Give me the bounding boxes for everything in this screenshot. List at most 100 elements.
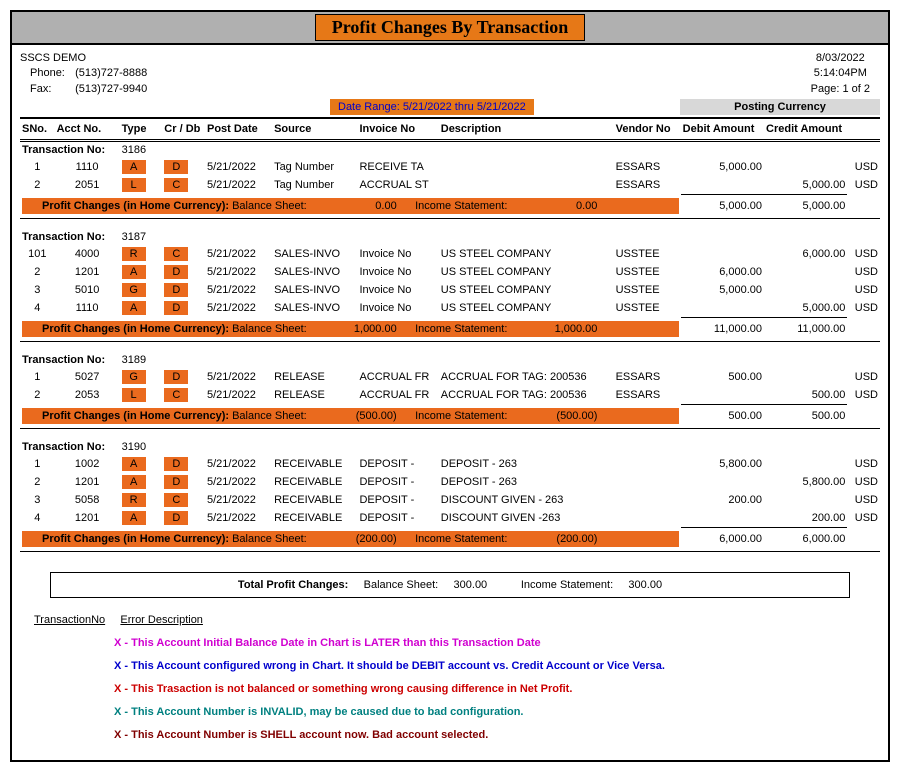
cell-sno: 101: [20, 245, 55, 263]
cell-vendor: ESSARS: [614, 386, 681, 404]
profit-bs-val: 0.00: [307, 200, 397, 212]
cell-invoice: DEPOSIT -: [357, 455, 438, 473]
legend: TransactionNo Error Description X - This…: [24, 610, 876, 745]
gt-bs-label: Balance Sheet:: [364, 579, 439, 591]
cell-date: 5/21/2022: [205, 491, 272, 509]
cell-credit: 5,000.00: [764, 176, 847, 194]
cell-type: G: [120, 281, 163, 299]
cell-date: 5/21/2022: [205, 158, 272, 176]
cell-desc: DEPOSIT - 263: [439, 473, 614, 491]
type-chip: R: [122, 493, 146, 507]
col-credit: Credit Amount: [764, 118, 847, 141]
crdb-chip: C: [164, 493, 188, 507]
profit-label: Profit Changes (in Home Currency):: [42, 410, 229, 422]
company-name: SSCS DEMO: [20, 51, 147, 66]
cell-source: SALES-INVO: [272, 245, 357, 263]
cell-invoice: Invoice No: [357, 263, 438, 281]
profit-subtotal-row: Profit Changes (in Home Currency): Balan…: [20, 317, 880, 342]
cell-acct: 1201: [55, 473, 120, 491]
txn-no-label: Transaction No:: [20, 229, 120, 245]
cell-crdb: D: [162, 158, 205, 176]
report-container: Profit Changes By Transaction SSCS DEMO …: [10, 10, 890, 762]
spacer-row: [20, 219, 880, 230]
profit-bs-val: 1,000.00: [307, 323, 397, 335]
cell-type: L: [120, 386, 163, 404]
cell-vendor: [614, 509, 681, 527]
cell-invoice: DEPOSIT -: [357, 491, 438, 509]
cell-source: Tag Number: [272, 176, 357, 194]
col-invoice: Invoice No: [357, 118, 438, 141]
col-sno: SNo.: [20, 118, 55, 141]
profit-is-val: (500.00): [507, 410, 597, 422]
table-header: SNo. Acct No. Type Cr / Db Post Date Sou…: [20, 118, 880, 141]
cell-debit: 200.00: [681, 491, 764, 509]
table-row: 15027GD5/21/2022RELEASEACCRUAL FRACCRUAL…: [20, 368, 880, 386]
gt-bs-val: 300.00: [454, 579, 488, 591]
cell-source: RECEIVABLE: [272, 473, 357, 491]
table-row: 21201AD5/21/2022RECEIVABLEDEPOSIT -DEPOS…: [20, 473, 880, 491]
spacer-row: [20, 342, 880, 353]
cell-currency: USD: [847, 299, 880, 317]
report-table: SNo. Acct No. Type Cr / Db Post Date Sou…: [20, 117, 880, 562]
cell-date: 5/21/2022: [205, 299, 272, 317]
profit-is-label: Income Statement:: [415, 410, 507, 422]
type-chip: A: [122, 160, 146, 174]
profit-cell: Profit Changes (in Home Currency): Balan…: [20, 404, 681, 429]
cell-source: SALES-INVO: [272, 299, 357, 317]
cell-sno: 3: [20, 281, 55, 299]
cell-debit: 5,000.00: [681, 281, 764, 299]
cell-source: RELEASE: [272, 386, 357, 404]
table-row: 11002AD5/21/2022RECEIVABLEDEPOSIT -DEPOS…: [20, 455, 880, 473]
txn-no-value: 3190: [120, 439, 880, 455]
cell-credit: [764, 281, 847, 299]
cell-vendor: [614, 491, 681, 509]
profit-bs-label: Balance Sheet:: [232, 323, 307, 335]
cell-invoice: Invoice No: [357, 299, 438, 317]
subtotal-debit: 11,000.00: [681, 317, 764, 342]
meta-page: Page: 1 of 2: [811, 82, 870, 97]
subtotal-debit: 500.00: [681, 404, 764, 429]
profit-is-val: 0.00: [507, 200, 597, 212]
cell-type: A: [120, 473, 163, 491]
cell-acct: 1201: [55, 509, 120, 527]
cell-acct: 1110: [55, 158, 120, 176]
crdb-chip: D: [164, 475, 188, 489]
legend-row: X - This Account Number is SHELL account…: [114, 725, 876, 746]
table-row: 21201AD5/21/2022SALES-INVOInvoice NoUS S…: [20, 263, 880, 281]
cell-currency: USD: [847, 491, 880, 509]
cell-acct: 2051: [55, 176, 120, 194]
transaction-no-row: Transaction No:3190: [20, 439, 880, 455]
subtotal-debit: 6,000.00: [681, 527, 764, 552]
txn-no-label: Transaction No:: [20, 352, 120, 368]
cell-debit: 500.00: [681, 368, 764, 386]
cell-desc: US STEEL COMPANY: [439, 299, 614, 317]
subtotal-debit: 5,000.00: [681, 194, 764, 219]
cell-debit: 5,800.00: [681, 455, 764, 473]
table-body: Transaction No:318611110AD5/21/2022Tag N…: [20, 141, 880, 563]
cell-currency: USD: [847, 455, 880, 473]
cell-crdb: D: [162, 263, 205, 281]
profit-subtotal-row: Profit Changes (in Home Currency): Balan…: [20, 194, 880, 219]
legend-row: X - This Trasaction is not balanced or s…: [114, 679, 876, 700]
cell-crdb: C: [162, 245, 205, 263]
legend-row: X - This Account Number is INVALID, may …: [114, 702, 876, 723]
transaction-no-row: Transaction No:3189: [20, 352, 880, 368]
profit-bs-label: Balance Sheet:: [232, 533, 307, 545]
cell-invoice: ACCRUAL ST: [357, 176, 438, 194]
meta-block: 8/03/2022 5:14:04PM Page: 1 of 2: [811, 51, 870, 97]
company-block: SSCS DEMO Phone: (513)727-8888 Fax: (513…: [20, 51, 147, 97]
subtotal-credit: 6,000.00: [764, 527, 847, 552]
col-acct: Acct No.: [55, 118, 120, 141]
cell-crdb: C: [162, 491, 205, 509]
cell-currency: USD: [847, 281, 880, 299]
profit-is-label: Income Statement:: [415, 200, 507, 212]
cell-type: R: [120, 491, 163, 509]
cell-debit: 5,000.00: [681, 158, 764, 176]
cell-type: A: [120, 263, 163, 281]
cell-source: RECEIVABLE: [272, 455, 357, 473]
cell-currency: USD: [847, 368, 880, 386]
cell-desc: DEPOSIT - 263: [439, 455, 614, 473]
cell-credit: 6,000.00: [764, 245, 847, 263]
cell-sno: 3: [20, 491, 55, 509]
profit-label: Profit Changes (in Home Currency):: [42, 200, 229, 212]
